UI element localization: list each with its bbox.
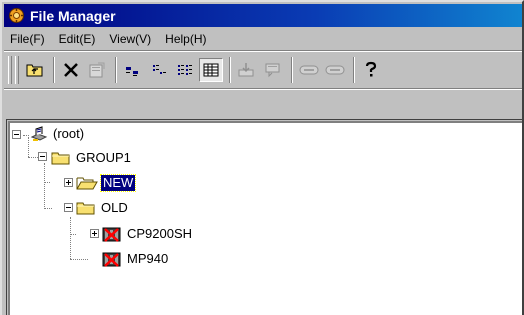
- large-icons-button[interactable]: [121, 58, 145, 82]
- large-icons-icon: [124, 62, 142, 78]
- menu-edit[interactable]: Edit(E): [59, 32, 96, 46]
- tree-label-group1: GROUP1: [76, 150, 131, 165]
- connect-icon: [299, 63, 319, 77]
- folder-icon: [51, 150, 71, 166]
- tree-node-mp940[interactable]: MP940: [102, 250, 170, 268]
- up-folder-icon: [26, 62, 44, 78]
- upload-button[interactable]: [261, 58, 285, 82]
- connect-button[interactable]: [297, 58, 321, 82]
- tree-node-new[interactable]: NEW: [76, 174, 137, 192]
- list-view-button[interactable]: [173, 58, 197, 82]
- tree-label-old: OLD: [101, 200, 128, 215]
- tree-view[interactable]: (root) GROUP1 NEW OLD CP9200SH MP940: [8, 121, 522, 315]
- properties-button[interactable]: [85, 58, 109, 82]
- folder-icon: [76, 200, 96, 216]
- delete-button[interactable]: [59, 58, 83, 82]
- controller-disconnected-icon: [102, 250, 122, 268]
- disconnect-button[interactable]: [323, 58, 347, 82]
- tree-node-cp9200sh[interactable]: CP9200SH: [102, 225, 194, 243]
- tree-connector: [44, 208, 52, 209]
- tree-connector: [70, 259, 88, 260]
- tree-connector: [44, 182, 50, 183]
- collapse-root-toggle[interactable]: [12, 130, 21, 139]
- app-icon: [8, 7, 25, 24]
- menu-view[interactable]: View(V): [109, 32, 151, 46]
- toolbar-grip-2[interactable]: [15, 56, 19, 84]
- menu-bar: File(F) Edit(E) View(V) Help(H): [4, 28, 522, 50]
- tree-label-new: NEW: [99, 174, 137, 192]
- small-icons-button[interactable]: [147, 58, 171, 82]
- tree-connector: [28, 137, 29, 157]
- controller-disconnected-icon: [102, 225, 122, 243]
- help-button[interactable]: [359, 58, 383, 82]
- tree-connector: [44, 163, 45, 209]
- window-title: File Manager: [30, 7, 116, 24]
- toolbar-grip[interactable]: [8, 56, 12, 84]
- tree-label-cp9200sh: CP9200SH: [127, 226, 193, 241]
- tree-connector: [70, 234, 76, 235]
- tree-node-group1[interactable]: GROUP1: [51, 149, 133, 167]
- menu-help[interactable]: Help(H): [165, 32, 206, 46]
- tree-connector: [23, 135, 29, 136]
- expand-new-toggle[interactable]: [64, 178, 73, 187]
- tree-node-root[interactable]: (root): [30, 125, 86, 143]
- tree-connector: [28, 157, 38, 158]
- toolbar: [4, 53, 522, 87]
- download-button[interactable]: [235, 58, 259, 82]
- details-view-icon: [202, 62, 220, 78]
- file-manager-window: File Manager File(F) Edit(E) View(V) Hel…: [0, 0, 524, 315]
- open-folder-icon: [76, 175, 98, 191]
- collapse-old-toggle[interactable]: [64, 203, 73, 212]
- help-icon: [363, 61, 379, 79]
- toolbar-divider: [4, 88, 522, 90]
- toolbar-separator: [291, 57, 293, 83]
- delete-icon: [62, 61, 80, 79]
- toolbar-separator: [229, 57, 231, 83]
- list-view-icon: [176, 62, 194, 78]
- menu-divider: [4, 50, 522, 52]
- small-icons-icon: [150, 62, 168, 78]
- network-root-icon: [30, 125, 48, 143]
- expand-cp9200sh-toggle[interactable]: [90, 229, 99, 238]
- tree-connector: [70, 217, 71, 259]
- upload-icon: [263, 61, 283, 79]
- tree-label-root: (root): [53, 126, 85, 141]
- menu-file[interactable]: File(F): [10, 32, 45, 46]
- details-view-button[interactable]: [199, 58, 223, 82]
- toolbar-separator: [115, 57, 117, 83]
- toolbar-separator: [53, 57, 55, 83]
- tree-node-old[interactable]: OLD: [76, 199, 130, 217]
- download-icon: [237, 61, 257, 79]
- disconnect-icon: [325, 63, 345, 77]
- properties-icon: [88, 61, 106, 79]
- title-bar[interactable]: File Manager: [4, 4, 522, 27]
- up-folder-button[interactable]: [23, 58, 47, 82]
- toolbar-separator: [353, 57, 355, 83]
- tree-label-mp940: MP940: [127, 251, 169, 266]
- collapse-group1-toggle[interactable]: [38, 152, 47, 161]
